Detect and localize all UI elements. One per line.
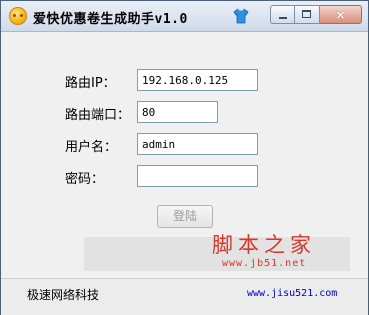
username-field[interactable] — [137, 133, 258, 155]
close-button[interactable]: × — [320, 5, 362, 24]
title-bar[interactable]: 爱快优惠卷生成助手v1.0 × — [1, 1, 368, 32]
password-label: 密码： — [65, 172, 105, 187]
window-title: 爱快优惠卷生成助手v1.0 — [33, 12, 188, 27]
minimize-icon — [279, 17, 287, 19]
tshirt-icon[interactable] — [233, 8, 249, 24]
router-ip-field[interactable] — [137, 69, 258, 91]
watermark-title: 脚本之家 — [212, 233, 316, 257]
minimize-button[interactable] — [270, 5, 295, 24]
maximize-icon — [302, 10, 311, 18]
window-controls: × — [270, 5, 362, 25]
close-icon: × — [335, 8, 346, 22]
username-label: 用户名： — [65, 140, 118, 155]
company-name: 极速网络科技 — [27, 288, 100, 302]
router-port-field[interactable] — [137, 101, 218, 123]
router-ip-label: 路由IP： — [65, 76, 116, 91]
login-button[interactable]: 登陆 — [157, 205, 213, 228]
website-link[interactable]: www.jisu521.com — [247, 288, 337, 299]
ikuai-smiley-icon — [9, 7, 27, 25]
password-field[interactable] — [137, 165, 258, 187]
watermark-url: www.jb51.net — [222, 258, 307, 269]
maximize-button[interactable] — [295, 5, 320, 24]
router-port-label: 路由端口： — [65, 108, 131, 123]
app-window: 爱快优惠卷生成助手v1.0 × 路由IP： 路由端口： 用户名： 密码： 登陆 … — [0, 0, 369, 315]
status-bar: 极速网络科技 www.jisu521.com — [1, 278, 368, 315]
watermark: 脚本之家 www.jb51.net — [212, 229, 332, 273]
